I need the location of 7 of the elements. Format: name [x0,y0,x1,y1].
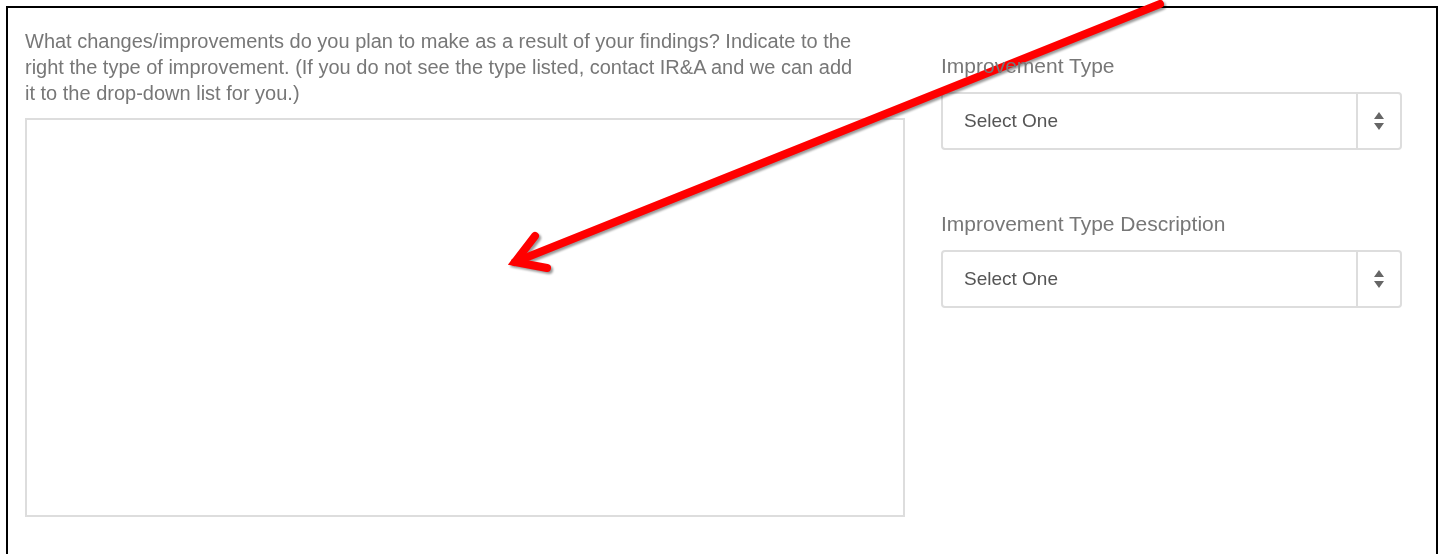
dropdown[interactable]: Select One [941,250,1402,308]
up-down-arrows-icon [1373,110,1385,132]
field-label: Improvement Type Description [941,212,1226,236]
question-text: What changes/improvements do you plan to make as a result of your findings? Indicate to the right the type of improvement. (If you do not see the type listed, contact IR&A and we can add it to the drop-down list for you.) [25,29,854,106]
dropdown[interactable]: Select One [941,92,1402,150]
answer-box[interactable] [25,118,905,517]
up-down-arrows-icon [1373,268,1385,290]
